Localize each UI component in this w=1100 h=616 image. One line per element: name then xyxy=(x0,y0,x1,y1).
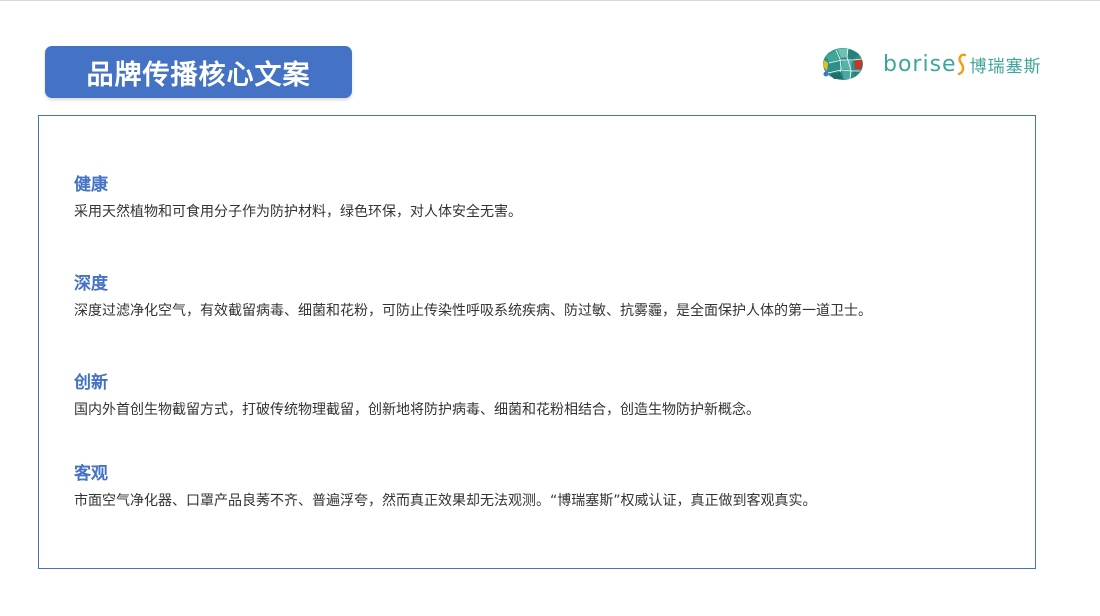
section-text: 深度过滤净化空气，有效截留病毒、细菌和花粉，可防止传染性呼吸系统疾病、防过敏、抗… xyxy=(74,303,872,319)
section-text: 采用天然植物和可食用分子作为防护材料，绿色环保，对人体安全无害。 xyxy=(74,204,522,220)
content-panel: 健康 采用天然植物和可食用分子作为防护材料，绿色环保，对人体安全无害。 深度 深… xyxy=(38,115,1036,569)
section-text: 市面空气净化器、口罩产品良莠不齐、普遍浮夸，然而真正效果却无法观测。“博瑞塞斯”… xyxy=(74,493,817,509)
logo-chinese-name: 博瑞塞斯 xyxy=(969,56,1042,77)
section-depth: 深度 深度过滤净化空气，有效截留病毒、细菌和花粉，可防止传染性呼吸系统疾病、防过… xyxy=(74,273,872,321)
section-heading: 健康 xyxy=(74,175,108,195)
page-title: 品牌传播核心文案 xyxy=(86,59,311,91)
section-health: 健康 采用天然植物和可食用分子作为防护材料，绿色环保，对人体安全无害。 xyxy=(74,174,522,222)
logo-mosaic-icon xyxy=(823,47,863,80)
section-objectivity: 客观 市面空气净化器、口罩产品良莠不齐、普遍浮夸，然而真正效果却无法观测。“博瑞… xyxy=(74,463,817,511)
section-heading: 客观 xyxy=(74,464,108,484)
section-text: 国内外首创生物截留方式，打破传统物理截留，创新地将防护病毒、细菌和花粉相结合，创… xyxy=(74,402,760,418)
slide-page: 品牌传播核心文案 borise 博瑞塞斯 健康 采用天然植物和可食用分子作为防护… xyxy=(0,0,1100,616)
section-heading: 创新 xyxy=(74,373,108,393)
title-badge: 品牌传播核心文案 xyxy=(45,46,352,98)
brand-logo: borise 博瑞塞斯 xyxy=(820,46,1042,82)
logo-swoosh-s-icon xyxy=(957,53,966,76)
section-heading: 深度 xyxy=(74,274,108,294)
logo-wordmark: borise xyxy=(883,51,957,77)
section-innovation: 创新 国内外首创生物截留方式，打破传统物理截留，创新地将防护病毒、细菌和花粉相结… xyxy=(74,372,760,420)
